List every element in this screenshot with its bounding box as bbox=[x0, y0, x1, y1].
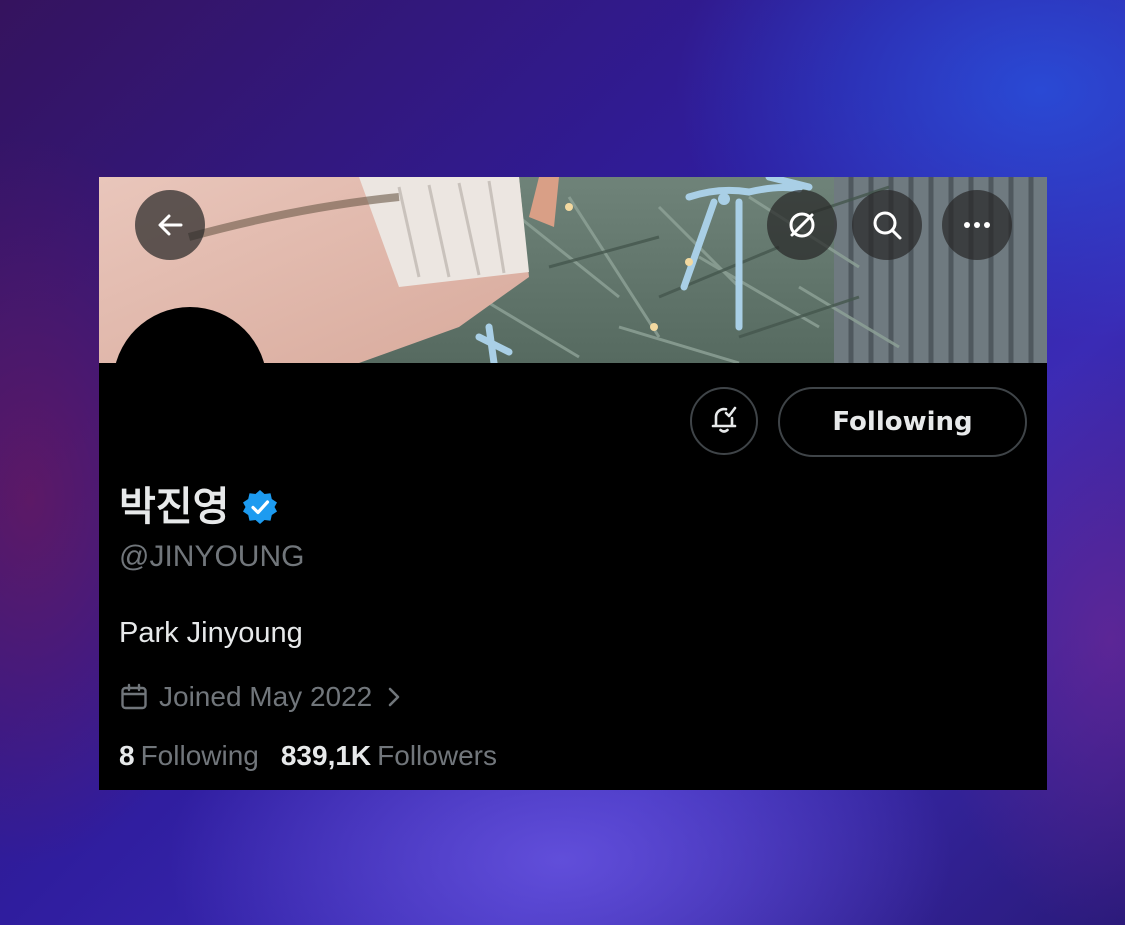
profile-name-row: 박진영 bbox=[119, 477, 279, 537]
followers-label: Followers bbox=[377, 740, 497, 771]
slashed-circle-icon bbox=[785, 208, 819, 242]
profile-bio: Park Jinyoung bbox=[119, 617, 303, 649]
search-icon bbox=[870, 208, 904, 242]
followers-count-link[interactable]: 839,1K Followers bbox=[281, 742, 497, 770]
chevron-right-icon bbox=[386, 685, 402, 709]
avatar[interactable] bbox=[113, 307, 267, 461]
followers-count: 839,1K bbox=[280, 740, 372, 771]
following-label: Following bbox=[140, 740, 259, 771]
following-button[interactable]: Following bbox=[778, 387, 1027, 457]
calendar-icon bbox=[119, 682, 149, 712]
translate-button[interactable] bbox=[767, 190, 837, 260]
arrow-left-icon bbox=[155, 210, 185, 240]
back-button[interactable] bbox=[135, 190, 205, 260]
joined-date: Joined May 2022 bbox=[159, 681, 373, 712]
display-name: 박진영 bbox=[119, 484, 230, 530]
following-count-link[interactable]: 8 Following bbox=[119, 742, 259, 770]
follow-stats: 8 Following 839,1K Followers bbox=[119, 742, 497, 770]
notifications-button[interactable] bbox=[690, 387, 758, 455]
profile-card: Following 박진영 @JINYOUNG Park Jinyoung Jo… bbox=[99, 177, 1047, 790]
search-button[interactable] bbox=[852, 190, 922, 260]
more-options-button[interactable] bbox=[942, 190, 1012, 260]
more-horizontal-icon bbox=[960, 208, 994, 242]
verified-badge-icon[interactable] bbox=[229, 488, 279, 526]
profile-handle: @JINYOUNG bbox=[119, 540, 305, 573]
bell-check-icon bbox=[707, 402, 741, 441]
following-count: 8 bbox=[119, 740, 135, 771]
joined-date-row[interactable]: Joined May 2022 bbox=[119, 679, 402, 715]
